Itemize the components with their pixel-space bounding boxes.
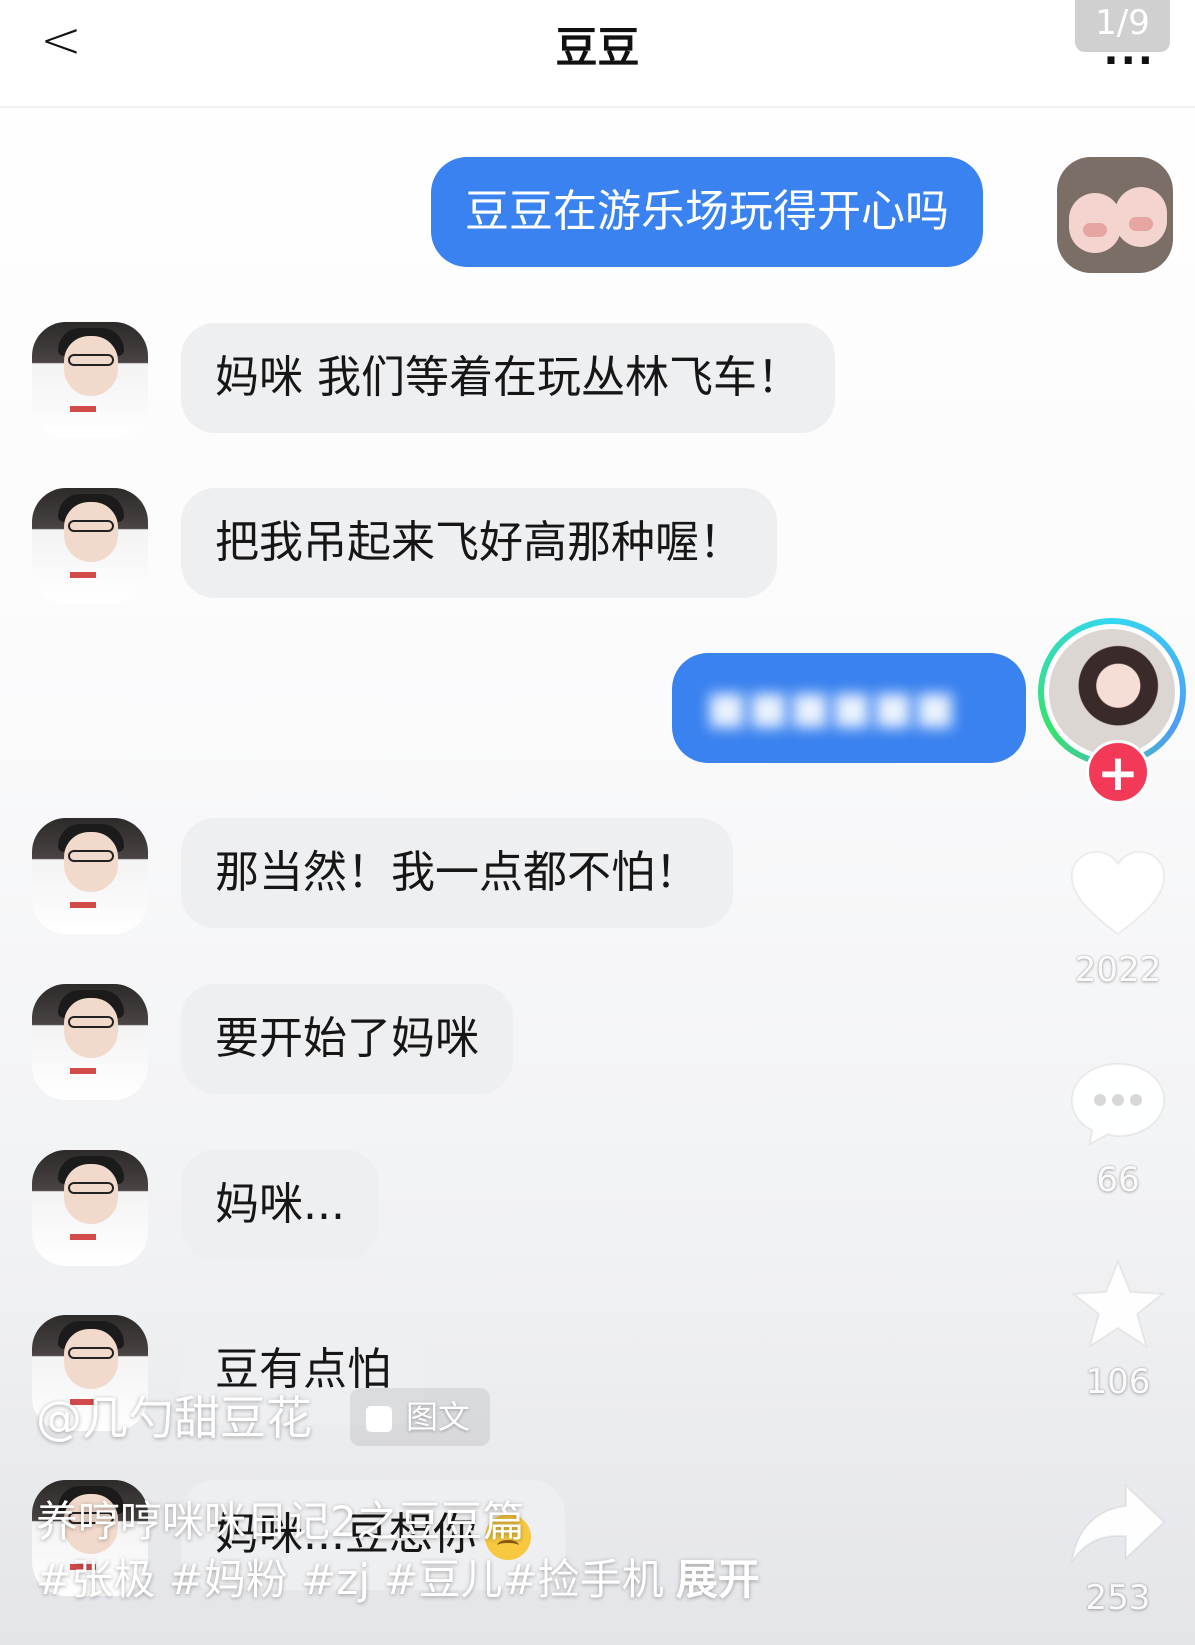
hashtag-list[interactable]: #张极 #妈粉 #zj #豆儿#捡手机 <box>36 1555 664 1604</box>
message-bubble-outgoing-blurred[interactable]: ■■■■■■ <box>672 653 1026 763</box>
like-count: 2022 <box>1074 950 1162 990</box>
message-bubble-incoming[interactable]: 妈咪 我们等着在玩丛林飞车！ <box>181 323 835 433</box>
favorite-count: 106 <box>1085 1362 1151 1402</box>
share-count: 253 <box>1085 1578 1151 1618</box>
contact-avatar[interactable] <box>32 1150 148 1266</box>
star-icon <box>1071 1260 1165 1349</box>
self-avatar[interactable] <box>1057 157 1173 273</box>
pig-toy-icon <box>1115 187 1167 247</box>
post-type-label: 图文 <box>406 1398 471 1436</box>
message-bubble-incoming[interactable]: 要开始了妈咪 <box>181 984 513 1094</box>
pig-toy-icon <box>1069 193 1121 253</box>
message-bubble-incoming[interactable]: 把我吊起来飞好高那种喔！ <box>181 488 777 598</box>
contact-avatar[interactable] <box>32 488 148 604</box>
contact-avatar[interactable] <box>32 322 148 438</box>
share-button[interactable]: 253 <box>1060 1482 1176 1618</box>
comment-count: 66 <box>1096 1160 1140 1200</box>
favorite-button[interactable]: 106 <box>1060 1260 1176 1402</box>
post-type-chip: 图文 <box>350 1388 491 1446</box>
heart-icon <box>1070 850 1166 936</box>
blurred-text: ■■■■■■ <box>706 682 956 733</box>
post-author-name[interactable]: @几勺甜豆花 <box>36 1382 312 1448</box>
image-post-icon <box>366 1406 392 1432</box>
comment-button[interactable]: 66 <box>1060 1058 1176 1200</box>
share-arrow-icon <box>1071 1483 1166 1563</box>
chat-title: 豆豆 <box>555 23 640 72</box>
like-button[interactable]: 2022 <box>1060 848 1176 990</box>
message-bubble-incoming[interactable]: 那当然！我一点都不怕！ <box>181 818 733 928</box>
expand-caption-button[interactable]: 展开 <box>676 1555 760 1604</box>
message-bubble-incoming[interactable]: 妈咪... <box>181 1150 379 1260</box>
chat-header: < 豆豆 ... <box>0 0 1195 108</box>
comment-bubble-icon <box>1070 1062 1166 1146</box>
image-page-counter: 1/9 <box>1075 0 1170 52</box>
contact-avatar[interactable] <box>32 818 148 934</box>
post-hashtags: #张极 #妈粉 #zj #豆儿#捡手机 展开 <box>36 1546 760 1607</box>
follow-plus-button[interactable]: + <box>1086 740 1150 804</box>
contact-avatar[interactable] <box>32 984 148 1100</box>
post-description: 养哼哼咪咪日记2之豆豆篇 <box>36 1497 525 1546</box>
message-bubble-outgoing[interactable]: 豆豆在游乐场玩得开心吗 <box>431 157 983 267</box>
